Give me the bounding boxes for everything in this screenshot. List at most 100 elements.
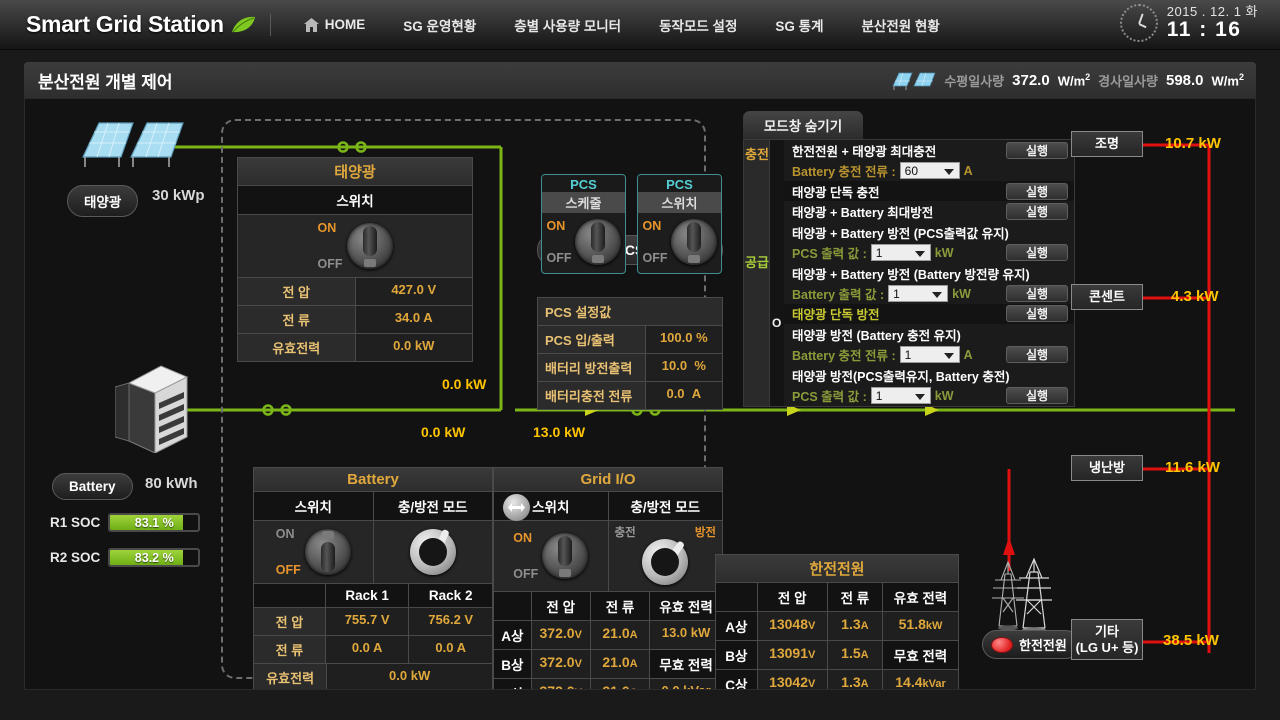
mode-item-1-run-button[interactable]: 실행: [1006, 182, 1068, 200]
kepco-pill-label: 한전전원: [1019, 638, 1067, 653]
pcs-switch-labels: ON OFF: [643, 219, 668, 265]
nav-item-distributed-power[interactable]: 분산전원 현황: [843, 15, 959, 35]
kepco-phase-a-power: 51.8kW: [883, 612, 958, 640]
mode-item-4-run-button[interactable]: 실행: [1006, 285, 1068, 303]
pcs-schedule-title: PCS: [542, 175, 625, 192]
kepco-blank-header: [716, 583, 758, 611]
mode-item-4-unit: kW: [952, 286, 971, 301]
battery-switch-control[interactable]: ON OFF: [253, 521, 373, 584]
battery-mode-control[interactable]: [372, 521, 493, 584]
battery-rack1-current: 0.0 A: [325, 636, 410, 663]
mode-item-3-select[interactable]: 1: [870, 244, 931, 262]
table-row: A상 13048V 1.3A 51.8kW: [715, 612, 959, 641]
battery-capacity-label: 80 kWh: [145, 475, 198, 492]
solar-switch-labels: ON OFF: [318, 221, 343, 271]
nav-item-sg-stats[interactable]: SG 통계: [756, 15, 842, 35]
irradiance-readout: 수평일사량 372.0 W/m2 경사일사량 598.0 W/m2: [892, 62, 1244, 98]
mode-item-4-param-label: Battery 출력 값 :: [792, 288, 885, 303]
kepco-phase-c-label: C상: [716, 670, 758, 689]
kepco-phase-a-label: A상: [716, 612, 758, 640]
nav-label: HOME: [324, 17, 366, 32]
mode-item-7-run-button[interactable]: 실행: [1006, 387, 1068, 405]
mode-item-6-param-row: Battery 충전 전류 : 1 A 실행: [784, 345, 1074, 365]
grid-mode-discharge-label: 방전: [694, 527, 716, 539]
solar-switch-on-label: ON: [317, 221, 337, 235]
mode-item-3-title-row: 태양광 + Battery 방전 (PCS출력값 유지): [784, 222, 1074, 242]
solar-panel-title: 태양광: [237, 157, 473, 186]
solar-source-pill[interactable]: 태양광: [67, 185, 139, 217]
solar-switch-header: 스위치: [238, 186, 472, 214]
pcs-io-label: PCS 입/출력: [538, 326, 646, 353]
pcs-schedule-toggle[interactable]: [574, 219, 621, 265]
mode-item-6-select[interactable]: 1: [899, 346, 960, 364]
load-value-other: 38.5 kW: [1163, 632, 1219, 649]
mode-item-6-title-row: 태양광 방전 (Battery 충전 유지): [784, 324, 1074, 344]
mode-item-3-run-button[interactable]: 실행: [1006, 244, 1068, 262]
load-label: 기타: [1095, 624, 1119, 639]
mode-item-0-select[interactable]: 60: [899, 162, 960, 180]
nav-item-home[interactable]: HOME: [285, 17, 385, 32]
mode-item-7-param-row: PCS 출력 값 : 1 kW 실행: [784, 386, 1074, 406]
mode-item-0-run-button[interactable]: 실행: [1006, 141, 1068, 159]
mode-item-6-run-button[interactable]: 실행: [1006, 346, 1068, 364]
mode-item-4-select[interactable]: 1: [888, 285, 949, 303]
grid-switch-control[interactable]: ON OFF: [493, 521, 608, 592]
app-logo: Smart Grid Station: [26, 11, 256, 38]
battery-rack2-current: 0.0 A: [409, 636, 492, 663]
mode-item-1-title-row: 태양광 단독 충전 실행: [784, 180, 1074, 202]
mode-side-supply-label: 공급: [745, 255, 769, 270]
date-text: 2015 . 12. 1 화: [1166, 4, 1258, 20]
pcs-switch-toggle[interactable]: [670, 219, 717, 265]
home-icon: [303, 17, 319, 32]
battery-rack-blank-header: [254, 584, 326, 607]
solar-voltage-label: 전 압: [238, 278, 356, 305]
nav-label: 동작모드 설정: [659, 18, 738, 34]
mode-item-2-run-button[interactable]: 실행: [1006, 203, 1068, 221]
load-sublabel: (LG U+ 등): [1075, 639, 1139, 655]
mode-item-7-param-label: PCS 출력 값 :: [792, 390, 867, 405]
load-box-hvac[interactable]: 냉난방: [1071, 455, 1143, 481]
load-box-other[interactable]: 기타 (LG U+ 등): [1071, 619, 1143, 661]
mode-side-charge-label: 충전: [745, 147, 769, 162]
battery-panel-widget: Battery 스위치 충/방전 모드 ON OFF Rack 1 Rack 2…: [253, 467, 493, 689]
solar-toggle-switch[interactable]: [346, 223, 393, 269]
bus-junction-node: [503, 494, 530, 521]
header-divider: [269, 13, 271, 36]
soc-row-r1: R1 SOC 83.1 %: [50, 513, 201, 532]
mode-control-panel: 충전 공급 O 한전전원 + 태양광 최대충전 실행 Battery 충전 전류…: [743, 139, 1075, 407]
nav-item-mode-setting[interactable]: 동작모드 설정: [640, 15, 756, 35]
kepco-source-pill[interactable]: 한전전원: [982, 630, 1080, 659]
pcs-switch-title: PCS: [638, 175, 721, 192]
grid-mode-knob[interactable]: [642, 539, 689, 585]
mode-item-7-select[interactable]: 1: [870, 387, 931, 405]
pcs-settings-widget: PCS 설정값 PCS 입/출력 100.0 % 배터리 방전출력 10.0 % 배…: [537, 297, 723, 410]
battery-rack2-voltage: 756.2 V: [409, 608, 492, 635]
battery-rack1-voltage: 755.7 V: [325, 608, 410, 635]
solar-power-value: 0.0 kW: [355, 334, 472, 361]
mode-panel-toggle-tab[interactable]: 모드창 숨기기: [743, 111, 863, 139]
load-box-outlet[interactable]: 콘센트: [1071, 284, 1143, 310]
tilted-irradiance-value: 598.0: [1165, 71, 1204, 89]
grid-mode-control[interactable]: 충전 방전: [607, 521, 723, 592]
solar-voltage-value: 427.0 V: [355, 278, 472, 305]
battery-mode-knob[interactable]: [409, 528, 456, 575]
kepco-phase-b-current: 1.5A: [827, 641, 884, 669]
mode-item-0-param-row: Battery 충전 전류 : 60 A: [784, 160, 1074, 180]
grid-current-header: 전 류: [590, 592, 651, 620]
battery-toggle-switch[interactable]: [304, 529, 351, 575]
mode-item-5-run-button[interactable]: 실행: [1006, 305, 1068, 323]
grid-phase-b-voltage: 372.0V: [531, 650, 591, 678]
load-box-lighting[interactable]: 조명: [1071, 131, 1143, 157]
soc-label: R1 SOC: [50, 515, 101, 530]
kepco-power-header: 유효 전력: [883, 583, 958, 611]
battery-source-pill[interactable]: Battery: [52, 473, 133, 500]
leaf-icon: [230, 16, 256, 34]
solar-switch-control[interactable]: ON OFF: [237, 215, 473, 278]
nav-item-floor-usage[interactable]: 층별 사용량 모니터: [495, 15, 640, 35]
grid-flow-label: 13.0 kW: [533, 424, 586, 440]
solar-current-value: 34.0 A: [355, 306, 472, 333]
solar-switch-off-label: OFF: [317, 257, 343, 271]
grid-toggle-switch[interactable]: [542, 533, 589, 579]
nav-item-sg-operation[interactable]: SG 운영현황: [384, 15, 495, 35]
app-header: Smart Grid Station HOME SG 운영현황 층별 사용량 모…: [0, 0, 1280, 50]
